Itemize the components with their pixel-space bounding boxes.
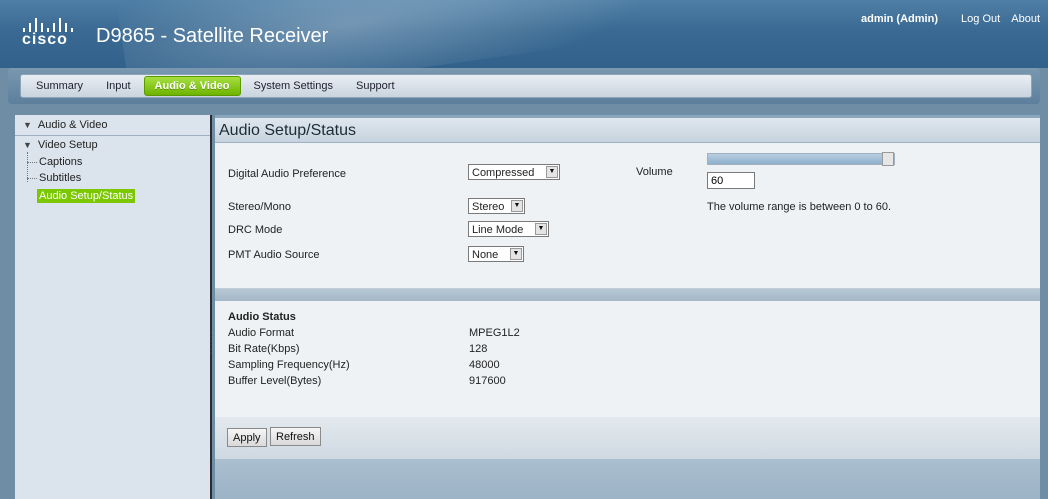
tree-connector bbox=[27, 162, 37, 163]
cisco-logo-bars-icon bbox=[23, 16, 79, 32]
sidebar-item-label: Audio & Video bbox=[37, 119, 108, 131]
tree-connector bbox=[27, 178, 37, 179]
apply-button[interactable]: Apply bbox=[227, 428, 267, 447]
main-content: Audio Setup/Status Digital Audio Prefere… bbox=[215, 115, 1040, 499]
status-row-value: 917600 bbox=[469, 375, 506, 387]
stereo-mono-select[interactable]: Stereo ▼ bbox=[468, 198, 525, 214]
sidebar-divider bbox=[15, 135, 210, 136]
tab-audio-video[interactable]: Audio & Video bbox=[143, 76, 241, 96]
drc-mode-label: DRC Mode bbox=[228, 224, 283, 236]
select-value: Stereo bbox=[472, 201, 505, 213]
status-row-value: MPEG1L2 bbox=[469, 327, 520, 339]
audio-status-heading: Audio Status bbox=[228, 311, 296, 323]
tab-summary[interactable]: Summary bbox=[26, 77, 93, 95]
about-link[interactable]: About bbox=[1011, 13, 1040, 25]
status-row-label: Bit Rate(Kbps) bbox=[228, 343, 300, 355]
pmt-audio-source-select[interactable]: None ▼ bbox=[468, 246, 524, 262]
audio-setup-panel: Digital Audio Preference Compressed ▼ Vo… bbox=[215, 143, 1040, 289]
section-divider bbox=[215, 289, 1040, 301]
top-nav: Summary Input Audio & Video System Setti… bbox=[8, 68, 1040, 104]
status-row-label: Buffer Level(Bytes) bbox=[228, 375, 322, 387]
select-value: Line Mode bbox=[472, 224, 524, 236]
select-value: Compressed bbox=[472, 167, 535, 179]
sidebar-item-video-setup[interactable]: ▼ Video Setup bbox=[23, 139, 98, 151]
app-title: D9865 - Satellite Receiver bbox=[96, 25, 329, 47]
app-window: cisco D9865 - Satellite Receiver admin (… bbox=[0, 0, 1048, 499]
current-user: admin (Admin) bbox=[860, 13, 938, 25]
select-value: None bbox=[472, 249, 499, 261]
tree-expanded-icon[interactable]: ▼ bbox=[23, 140, 32, 150]
sidebar-item-audio-setup-status[interactable]: Audio Setup/Status bbox=[37, 189, 136, 203]
tab-input[interactable]: Input bbox=[96, 77, 140, 95]
drc-mode-select[interactable]: Line Mode ▼ bbox=[468, 221, 549, 237]
volume-label: Volume bbox=[636, 166, 673, 178]
volume-slider-thumb[interactable] bbox=[882, 152, 894, 166]
tab-support[interactable]: Support bbox=[346, 77, 405, 95]
page-title: Audio Setup/Status bbox=[219, 122, 356, 139]
pane-splitter[interactable] bbox=[210, 330, 213, 360]
volume-slider[interactable] bbox=[707, 152, 895, 166]
sidebar-item-label: Video Setup bbox=[37, 139, 98, 151]
cisco-logo: cisco bbox=[20, 14, 82, 54]
sidebar-item-subtitles[interactable]: Subtitles bbox=[39, 172, 81, 184]
stereo-mono-label: Stereo/Mono bbox=[228, 201, 291, 213]
sidebar-item-audio-video[interactable]: ▼ Audio & Video bbox=[23, 119, 107, 131]
dropdown-arrow-icon: ▼ bbox=[546, 166, 558, 178]
tab-system-settings[interactable]: System Settings bbox=[244, 77, 343, 95]
digital-audio-preference-label: Digital Audio Preference bbox=[228, 168, 347, 180]
dropdown-arrow-icon: ▼ bbox=[535, 223, 547, 235]
user-bar: admin (Admin) Log Out About bbox=[861, 13, 1040, 25]
dropdown-arrow-icon: ▼ bbox=[510, 248, 522, 260]
sidebar-item-captions[interactable]: Captions bbox=[39, 156, 82, 168]
header: cisco D9865 - Satellite Receiver admin (… bbox=[0, 0, 1048, 68]
dropdown-arrow-icon: ▼ bbox=[511, 200, 523, 212]
cisco-logo-text: cisco bbox=[22, 31, 68, 48]
pmt-audio-source-label: PMT Audio Source bbox=[228, 249, 320, 261]
content-footer bbox=[215, 459, 1040, 499]
volume-range-hint: The volume range is between 0 to 60. bbox=[707, 201, 892, 213]
button-bar: Apply Refresh bbox=[215, 417, 1040, 459]
audio-status-panel: Audio Status Audio Format MPEG1L2 Bit Ra… bbox=[215, 301, 1040, 417]
section-header: Audio Setup/Status bbox=[215, 118, 1040, 143]
status-row-value: 48000 bbox=[469, 359, 500, 371]
nav-tabs: Summary Input Audio & Video System Setti… bbox=[26, 76, 408, 96]
volume-slider-fill bbox=[708, 154, 882, 164]
status-row-label: Audio Format bbox=[228, 327, 295, 339]
tree-expanded-icon[interactable]: ▼ bbox=[23, 120, 32, 130]
status-row-value: 128 bbox=[469, 343, 488, 355]
sidebar: ▼ Audio & Video ▼ Video Setup Captions Sub… bbox=[15, 115, 212, 499]
status-row-label: Sampling Frequency(Hz) bbox=[228, 359, 350, 371]
digital-audio-preference-select[interactable]: Compressed ▼ bbox=[468, 164, 560, 180]
refresh-button[interactable]: Refresh bbox=[270, 427, 321, 446]
logout-link[interactable]: Log Out bbox=[961, 13, 1000, 25]
volume-input[interactable] bbox=[707, 172, 755, 189]
